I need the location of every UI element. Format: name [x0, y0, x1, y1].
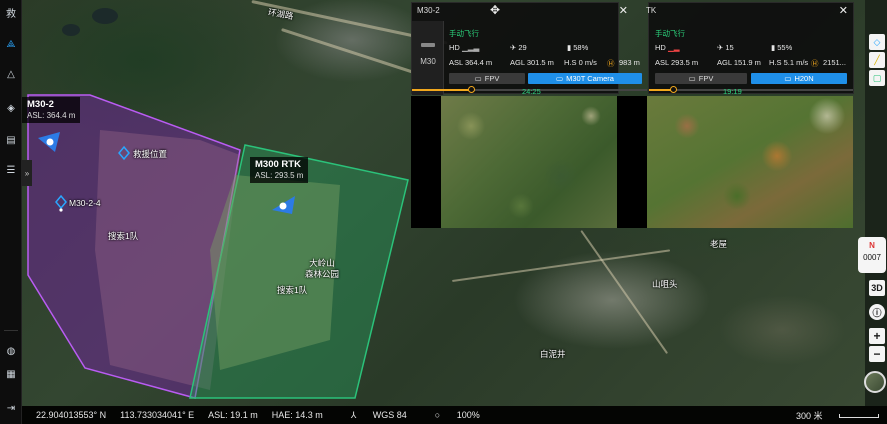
speed-value: H.S 5.1 m/s: [769, 58, 809, 67]
flight-mode: 手动飞行: [449, 29, 479, 38]
video-icon: ▭: [784, 74, 792, 83]
progress-handle[interactable]: [670, 86, 677, 93]
zoom-icon: ○: [434, 410, 441, 420]
basemap-switch-icon[interactable]: [864, 371, 886, 393]
info-icon[interactable]: ⓘ: [869, 304, 885, 320]
hae-readout: HAE: 14.3 m: [271, 410, 323, 420]
speed-value: H.S 0 m/s: [564, 58, 597, 67]
m300-video-feed[interactable]: [619, 96, 853, 228]
agl-value: AGL 151.9 m: [717, 58, 761, 67]
search-team-label: 搜索1队: [108, 231, 139, 241]
satellite-icon: ✈: [717, 43, 724, 52]
video-icon: ▭: [688, 74, 696, 83]
latitude: 22.904013553° N: [36, 410, 107, 420]
home-icon: Ⓗ: [607, 59, 615, 68]
panel-title: M30-2: [417, 6, 440, 15]
battery-icon: ▮: [771, 43, 776, 52]
pin-tool-icon[interactable]: ◇: [869, 34, 885, 50]
layers-icon[interactable]: ⟁: [3, 36, 19, 52]
progress-handle[interactable]: [468, 86, 475, 93]
m300-asl: ASL: 293.5 m: [255, 171, 304, 180]
panel-header: TK: [641, 3, 853, 19]
map-marker-icon[interactable]: △: [3, 66, 19, 82]
park-label: 大岭山 森林公园: [305, 258, 340, 279]
m30-name: M30-2: [27, 99, 54, 110]
hd-label: HD: [449, 43, 460, 52]
hd-label: HD: [655, 43, 666, 52]
m30-2-4-label: M30-2-4: [69, 198, 101, 208]
place-label: 老屋: [710, 239, 728, 249]
rescue-tab[interactable]: 救: [3, 4, 19, 20]
satellite-count: 29: [518, 43, 527, 52]
datum: ⅄ WGS 84: [350, 409, 407, 420]
village-label: 白泥井: [540, 349, 566, 359]
flight-time: 19:19: [723, 87, 742, 96]
status-bar: 22.904013553° N 113.733034041° E ASL: 19…: [22, 406, 887, 424]
expand-panel-button[interactable]: »: [22, 160, 32, 186]
m300-aircraft-dot: [279, 202, 287, 210]
camera-panel-m300[interactable]: TK ✕ 手动飞行 HD ▁▂ ✈ 15 ▮ 55% ASL 293.5 m A…: [646, 2, 854, 96]
compass[interactable]: N 0007: [858, 237, 886, 273]
drone-side-tab[interactable]: M30: [412, 21, 444, 95]
flight-progress-bar[interactable]: [649, 89, 853, 91]
search-team-label-2: 搜索1队: [277, 285, 308, 295]
satellite-count: 15: [725, 43, 734, 52]
fpv-button[interactable]: ▭ FPV: [449, 73, 525, 84]
home-distance: 2151...: [823, 58, 846, 67]
document-icon[interactable]: ▦: [3, 366, 19, 382]
home-icon: Ⓗ: [811, 59, 819, 68]
panel-title: TK: [646, 6, 657, 15]
line-tool-icon[interactable]: ╱: [869, 52, 885, 68]
m300-aircraft-label[interactable]: M300 RTK ASL: 293.5 m: [250, 157, 309, 183]
m30-aircraft-dot: [46, 138, 54, 146]
longitude: 113.733034041° E: [120, 410, 195, 420]
agl-value: AGL 301.5 m: [510, 58, 554, 67]
flight-mode: 手动飞行: [655, 29, 685, 38]
zoom-level: ○ 100%: [434, 410, 480, 420]
camera-button[interactable]: ▭ M30T Camera: [528, 73, 642, 84]
place-label-2: 山咀头: [652, 279, 678, 289]
left-toolbar: 救 ⟁ △ ◈ ▤ ☰ ◍ ▦ ⇥: [0, 0, 22, 424]
asl-readout: ASL: 19.1 m: [208, 410, 258, 420]
video-icon: ▭: [556, 74, 564, 83]
stack-icon[interactable]: ◈: [3, 100, 19, 116]
asl-value: ASL 293.5 m: [655, 58, 699, 67]
datum-icon: ⅄: [350, 409, 357, 420]
globe-icon[interactable]: ◍: [3, 343, 19, 359]
area-tool-icon[interactable]: ▢: [869, 70, 885, 86]
battery-level: 55%: [777, 43, 793, 52]
camera-panel-m30[interactable]: M30-2 ✥ ✕ M30 手动飞行 HD ▁▂▃ ✈ 29 ▮ 58% ASL…: [411, 2, 647, 96]
compass-value: 0007: [863, 253, 881, 262]
m300-name: M300 RTK: [255, 159, 301, 170]
close-icon[interactable]: ✕: [619, 4, 628, 17]
video-icon: ▭: [474, 74, 482, 83]
list-icon[interactable]: ☰: [3, 162, 19, 178]
zoom-out-button[interactable]: −: [869, 346, 885, 362]
close-icon[interactable]: ✕: [839, 4, 848, 17]
3d-toggle-button[interactable]: 3D: [869, 280, 885, 296]
compass-north: N: [869, 241, 875, 250]
flight-time: 24:25: [522, 87, 541, 96]
home-distance: 983 m: [619, 58, 640, 67]
satellite-icon: ✈: [510, 43, 517, 52]
move-panel-icon[interactable]: ✥: [490, 3, 500, 17]
battery-icon: ▮: [567, 43, 572, 52]
m30-asl: ASL: 364.4 m: [27, 111, 76, 120]
rescue-location-label: 救援位置: [133, 149, 168, 159]
asl-value: ASL 364.4 m: [449, 58, 493, 67]
map-scale: 300 米: [782, 409, 879, 422]
annotation-icon[interactable]: ▤: [3, 132, 19, 148]
m30-aircraft-label[interactable]: M30-2 ASL: 364.4 m: [22, 97, 81, 123]
drone-model: M30: [420, 57, 436, 66]
fpv-button[interactable]: ▭ FPV: [655, 73, 747, 84]
battery-level: 58%: [573, 43, 589, 52]
logout-icon[interactable]: ⇥: [3, 400, 19, 416]
m30-video-feed[interactable]: [411, 96, 619, 228]
camera-button[interactable]: ▭ H20N: [751, 73, 847, 84]
zoom-in-button[interactable]: +: [869, 328, 885, 344]
panel-header: M30-2: [412, 3, 618, 19]
